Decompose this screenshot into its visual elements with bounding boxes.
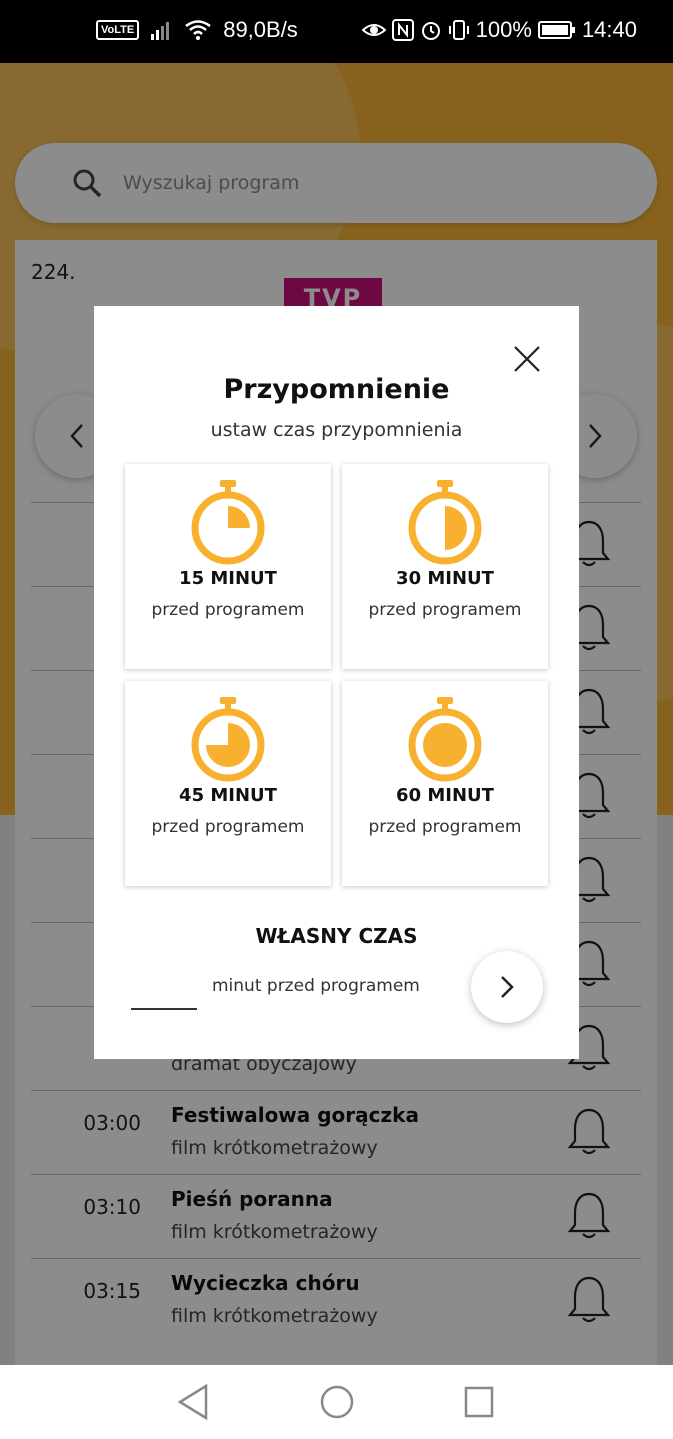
option-label: 15 MINUT (179, 568, 277, 589)
reminder-option-30[interactable]: 30 MINUT przed programem (342, 464, 548, 669)
reminder-dialog: Przypomnienie ustaw czas przypomnienia 1… (94, 306, 579, 1059)
dialog-subtitle: ustaw czas przypomnienia (210, 419, 463, 441)
back-icon[interactable] (176, 1383, 210, 1421)
custom-time-confirm-button[interactable] (471, 951, 543, 1023)
option-label: 45 MINUT (179, 785, 277, 806)
home-icon[interactable] (319, 1383, 355, 1421)
reminder-option-60[interactable]: 60 MINUT przed programem (342, 681, 548, 886)
eye-icon (361, 24, 386, 36)
timer-icon (408, 697, 482, 782)
battery-percent: 100% (475, 17, 532, 42)
clock: 14:40 (581, 17, 637, 42)
status-bar: VoLTE 89,0B/s 100% 14:40 (0, 0, 673, 63)
volte-badge: VoLTE (96, 20, 140, 40)
custom-minutes-input[interactable] (131, 978, 197, 1010)
option-sublabel: przed programem (151, 600, 305, 620)
reminder-option-15[interactable]: 15 MINUT przed programem (125, 464, 331, 669)
recents-icon[interactable] (463, 1383, 495, 1421)
custom-minutes-label: minut przed programem (212, 976, 420, 996)
timer-icon (408, 480, 482, 565)
timer-icon (191, 480, 265, 565)
alarm-icon (421, 22, 440, 40)
battery-icon (537, 21, 575, 39)
option-sublabel: przed programem (368, 600, 522, 620)
network-speed: 89,0B/s (223, 17, 298, 42)
chevron-right-icon (501, 976, 514, 998)
option-sublabel: przed programem (368, 817, 522, 837)
wifi-icon (185, 20, 211, 40)
vibrate-icon (448, 20, 469, 40)
nfc-icon (391, 19, 414, 41)
system-nav-bar (0, 1365, 673, 1439)
close-icon[interactable] (512, 344, 542, 374)
dialog-title: Przypomnienie (223, 374, 450, 405)
timer-icon (191, 697, 265, 782)
signal-icon (151, 22, 170, 40)
custom-time-title: WŁASNY CZAS (255, 924, 418, 948)
option-sublabel: przed programem (151, 817, 305, 837)
option-label: 30 MINUT (396, 568, 494, 589)
option-label: 60 MINUT (396, 785, 494, 806)
reminder-option-45[interactable]: 45 MINUT przed programem (125, 681, 331, 886)
